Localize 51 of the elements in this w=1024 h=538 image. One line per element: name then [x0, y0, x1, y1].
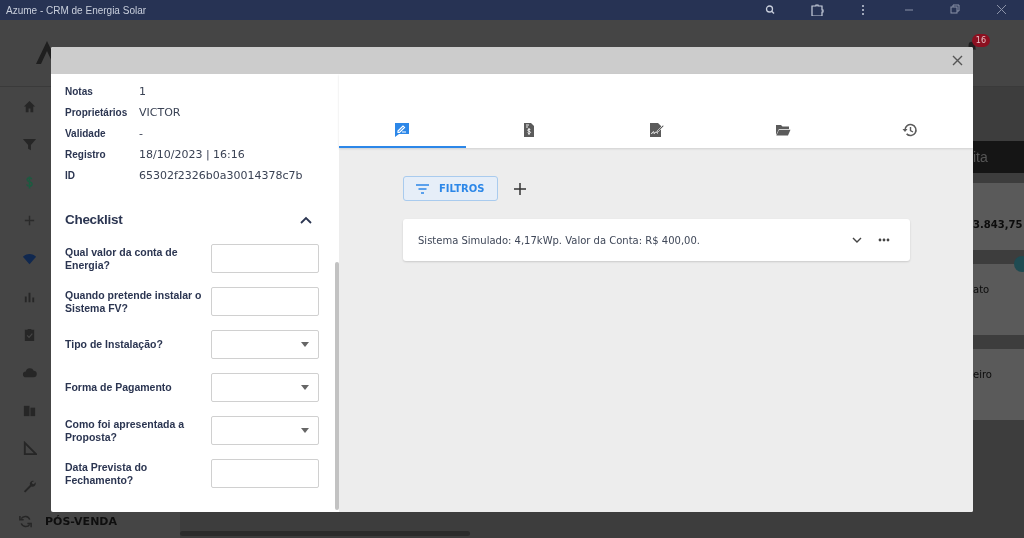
dropdown-arrow-icon [301, 385, 309, 390]
detail-value: VICTOR [139, 106, 181, 119]
input-field[interactable] [211, 244, 319, 273]
field-label: Forma de Pagamento [65, 381, 173, 394]
detail-label: Proprietários [65, 107, 129, 118]
input-field[interactable] [211, 459, 319, 488]
dropdown-arrow-icon [301, 342, 309, 347]
sync-icon[interactable] [18, 514, 33, 529]
detail-label: ID [65, 170, 76, 181]
more-icon[interactable] [878, 238, 890, 242]
detail-label: Notas [65, 86, 94, 97]
history-icon [901, 122, 918, 138]
dropdown[interactable] [211, 373, 319, 402]
filter-icon[interactable] [22, 136, 37, 152]
window-title: Azume - CRM de Energia Solar [6, 4, 147, 16]
note-edit-icon [394, 122, 411, 138]
dropdown[interactable] [211, 330, 319, 359]
dropdown[interactable] [211, 416, 319, 445]
detail-label: Registro [65, 149, 107, 160]
field-label: Quando pretende instalar o Sistema FV? [65, 288, 203, 315]
section-title: Checklist [65, 212, 123, 227]
detail-value: 1 [139, 85, 146, 98]
signed-document-icon [648, 122, 664, 138]
field-label: Qual valor da conta de Energia? [65, 245, 179, 272]
panel-header: ita [973, 141, 1024, 173]
chevron-up-icon[interactable] [300, 215, 312, 224]
dropdown-arrow-icon [301, 428, 309, 433]
field-label: Tipo de Instalação? [65, 338, 164, 351]
input-field[interactable] [211, 287, 319, 316]
home-icon[interactable] [22, 98, 37, 114]
filter-icon [416, 183, 429, 194]
add-icon[interactable] [513, 182, 526, 195]
notification-badge: 16 [971, 34, 990, 47]
close-icon[interactable] [952, 55, 963, 66]
detail-value: - [139, 127, 143, 140]
filter-button[interactable]: FILTROS [403, 176, 498, 201]
amount-card: 3.843,75 [973, 183, 1024, 250]
detail-value: 18/10/2023 | 16:16 [139, 148, 245, 161]
detail-label: Validade [65, 128, 107, 139]
menu-item[interactable]: PÓS-VENDA [45, 515, 117, 528]
chevron-down-icon[interactable] [852, 236, 862, 244]
folder-icon [774, 122, 791, 138]
clipboard-icon[interactable] [22, 326, 37, 342]
field-label: Como foi apresentada a Proposta? [65, 417, 186, 444]
scrollbar[interactable] [335, 262, 339, 510]
wrench-icon[interactable] [22, 478, 37, 494]
panel-card: eiro [973, 349, 1024, 420]
detail-value: 65302f2326b0a30014378c7b [139, 169, 303, 182]
scrollbar[interactable] [180, 531, 470, 536]
field-label: Data Prevista do Fechamento? [65, 460, 149, 487]
note-text: Sistema Simulado: 4,17kWp. Valor da Conta: R$ 400,00. [418, 234, 700, 246]
